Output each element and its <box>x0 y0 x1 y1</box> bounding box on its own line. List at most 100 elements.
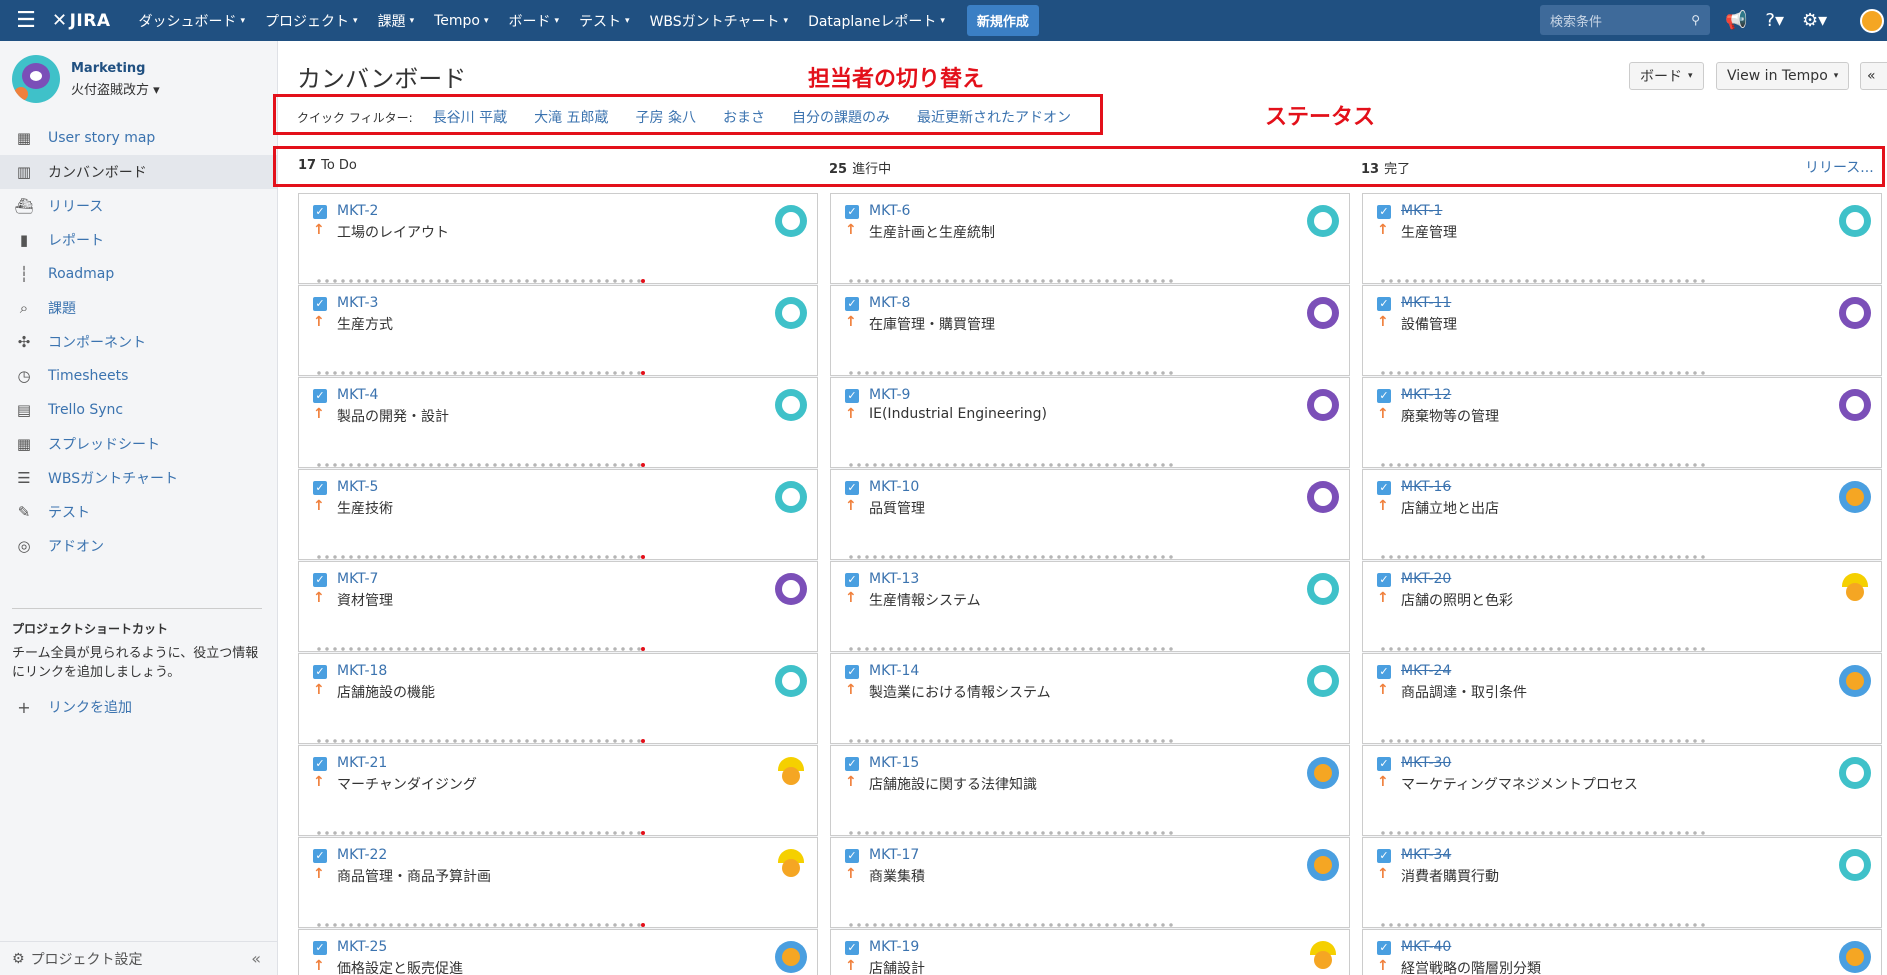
issue-key[interactable]: MKT-40 <box>1401 939 1451 955</box>
sidebar-item-9[interactable]: ▦ スプレッドシート <box>0 427 277 461</box>
nav-item-4[interactable]: ボード ▾ <box>499 11 570 31</box>
issue-card[interactable]: ✓ MKT-15 ↑ 店舗施設に関する法律知識 <box>830 745 1350 836</box>
issue-card[interactable]: ✓ MKT-10 ↑ 品質管理 <box>830 469 1350 560</box>
issue-key[interactable]: MKT-16 <box>1401 479 1451 495</box>
issue-key[interactable]: MKT-4 <box>337 387 378 403</box>
issue-key[interactable]: MKT-22 <box>337 847 387 863</box>
sidebar-item-3[interactable]: ▮ レポート <box>0 223 277 257</box>
sidebar-item-4[interactable]: ┆ Roadmap <box>0 257 277 291</box>
issue-key[interactable]: MKT-3 <box>337 295 378 311</box>
assignee-avatar[interactable] <box>775 573 807 605</box>
issue-key[interactable]: MKT-14 <box>869 663 919 679</box>
assignee-avatar[interactable] <box>1307 389 1339 421</box>
assignee-avatar[interactable] <box>1839 849 1871 881</box>
issue-card[interactable]: ✓ MKT-25 ↑ 価格設定と販売促進 <box>298 929 818 975</box>
expand-button[interactable]: « <box>1860 62 1887 90</box>
issue-key[interactable]: MKT-11 <box>1401 295 1451 311</box>
sidebar-item-10[interactable]: ☰ WBSガントチャート <box>0 461 277 495</box>
megaphone-icon[interactable]: 📢 <box>1725 10 1747 31</box>
issue-card[interactable]: ✓ MKT-18 ↑ 店舗施設の機能 <box>298 653 818 744</box>
issue-card[interactable]: ✓ MKT-40 ↑ 経営戦略の階層別分類 <box>1362 929 1882 975</box>
sidebar-item-0[interactable]: ▦ User story map <box>0 121 277 155</box>
issue-key[interactable]: MKT-18 <box>337 663 387 679</box>
gear-icon[interactable]: ⚙▾ <box>1802 10 1827 31</box>
issue-card[interactable]: ✓ MKT-7 ↑ 資材管理 <box>298 561 818 652</box>
assignee-avatar[interactable] <box>775 941 807 973</box>
issue-key[interactable]: MKT-1 <box>1401 203 1442 219</box>
assignee-avatar[interactable] <box>775 297 807 329</box>
view-in-tempo-button[interactable]: View in Tempo ▾ <box>1716 62 1850 90</box>
nav-item-6[interactable]: WBSガントチャート ▾ <box>640 11 798 31</box>
issue-key[interactable]: MKT-24 <box>1401 663 1451 679</box>
add-link-button[interactable]: + リンクを追加 <box>12 697 132 717</box>
issue-key[interactable]: MKT-19 <box>869 939 919 955</box>
issue-card[interactable]: ✓ MKT-5 ↑ 生産技術 <box>298 469 818 560</box>
assignee-avatar[interactable] <box>1839 297 1871 329</box>
collapse-sidebar-icon[interactable]: « <box>251 949 261 968</box>
sidebar-item-5[interactable]: ⌕ 課題 <box>0 291 277 325</box>
issue-card[interactable]: ✓ MKT-21 ↑ マーチャンダイジング <box>298 745 818 836</box>
issue-key[interactable]: MKT-17 <box>869 847 919 863</box>
issue-card[interactable]: ✓ MKT-16 ↑ 店舗立地と出店 <box>1362 469 1882 560</box>
quickfilter-5[interactable]: 最近更新されたアドオン <box>917 107 1071 127</box>
assignee-avatar[interactable] <box>1307 573 1339 605</box>
issue-card[interactable]: ✓ MKT-17 ↑ 商業集積 <box>830 837 1350 928</box>
issue-key[interactable]: MKT-13 <box>869 571 919 587</box>
nav-item-3[interactable]: Tempo ▾ <box>424 13 498 29</box>
assignee-avatar[interactable] <box>1307 849 1339 881</box>
assignee-avatar[interactable] <box>1307 205 1339 237</box>
issue-card[interactable]: ✓ MKT-12 ↑ 廃棄物等の管理 <box>1362 377 1882 468</box>
assignee-avatar[interactable] <box>1307 297 1339 329</box>
create-button[interactable]: 新規作成 <box>966 5 1039 36</box>
quickfilter-4[interactable]: 自分の課題のみ <box>792 107 890 127</box>
assignee-avatar[interactable] <box>1307 481 1339 513</box>
assignee-avatar[interactable] <box>775 481 807 513</box>
quickfilter-1[interactable]: 大滝 五郎蔵 <box>534 107 608 127</box>
assignee-avatar[interactable] <box>775 757 807 789</box>
board-menu-button[interactable]: ボード ▾ <box>1629 62 1704 90</box>
project-settings[interactable]: ⚙ プロジェクト設定 « <box>0 941 277 975</box>
issue-card[interactable]: ✓ MKT-6 ↑ 生産計画と生産統制 <box>830 193 1350 284</box>
assignee-avatar[interactable] <box>1839 205 1871 237</box>
issue-card[interactable]: ✓ MKT-3 ↑ 生産方式 <box>298 285 818 376</box>
assignee-avatar[interactable] <box>775 205 807 237</box>
assignee-avatar[interactable] <box>1839 481 1871 513</box>
assignee-avatar[interactable] <box>1839 665 1871 697</box>
assignee-avatar[interactable] <box>1307 941 1339 973</box>
assignee-avatar[interactable] <box>1307 665 1339 697</box>
issue-key[interactable]: MKT-5 <box>337 479 378 495</box>
nav-item-7[interactable]: Dataplaneレポート ▾ <box>798 11 955 31</box>
issue-card[interactable]: ✓ MKT-24 ↑ 商品調達・取引条件 <box>1362 653 1882 744</box>
issue-card[interactable]: ✓ MKT-22 ↑ 商品管理・商品予算計画 <box>298 837 818 928</box>
issue-card[interactable]: ✓ MKT-11 ↑ 設備管理 <box>1362 285 1882 376</box>
sidebar-item-1[interactable]: ▥ カンバンボード <box>0 155 277 189</box>
issue-card[interactable]: ✓ MKT-13 ↑ 生産情報システム <box>830 561 1350 652</box>
jira-logo[interactable]: ✕ JIRA <box>52 10 111 31</box>
sidebar-item-12[interactable]: ◎ アドオン <box>0 529 277 563</box>
nav-item-5[interactable]: テスト ▾ <box>569 11 640 31</box>
sidebar-item-11[interactable]: ✎ テスト <box>0 495 277 529</box>
issue-card[interactable]: ✓ MKT-4 ↑ 製品の開発・設計 <box>298 377 818 468</box>
assignee-avatar[interactable] <box>775 665 807 697</box>
sidebar-item-8[interactable]: ▤ Trello Sync <box>0 393 277 427</box>
issue-card[interactable]: ✓ MKT-19 ↑ 店舗設計 <box>830 929 1350 975</box>
nav-item-1[interactable]: プロジェクト ▾ <box>255 11 368 31</box>
issue-key[interactable]: MKT-7 <box>337 571 378 587</box>
user-avatar[interactable] <box>1860 9 1884 33</box>
issue-key[interactable]: MKT-2 <box>337 203 378 219</box>
issue-card[interactable]: ✓ MKT-8 ↑ 在庫管理・購買管理 <box>830 285 1350 376</box>
issue-key[interactable]: MKT-21 <box>337 755 387 771</box>
issue-key[interactable]: MKT-9 <box>869 387 910 403</box>
issue-card[interactable]: ✓ MKT-14 ↑ 製造業における情報システム <box>830 653 1350 744</box>
issue-key[interactable]: MKT-25 <box>337 939 387 955</box>
quickfilter-3[interactable]: おまさ <box>723 107 765 127</box>
issue-key[interactable]: MKT-10 <box>869 479 919 495</box>
assignee-avatar[interactable] <box>1839 941 1871 973</box>
help-icon[interactable]: ?▾ <box>1765 10 1784 31</box>
issue-key[interactable]: MKT-6 <box>869 203 910 219</box>
nav-item-0[interactable]: ダッシュボード ▾ <box>129 11 256 31</box>
issue-key[interactable]: MKT-15 <box>869 755 919 771</box>
release-link[interactable]: リリース... <box>1805 157 1874 177</box>
project-header[interactable]: Marketing 火付盗賊改方 ▾ <box>12 55 160 103</box>
issue-card[interactable]: ✓ MKT-34 ↑ 消費者購買行動 <box>1362 837 1882 928</box>
